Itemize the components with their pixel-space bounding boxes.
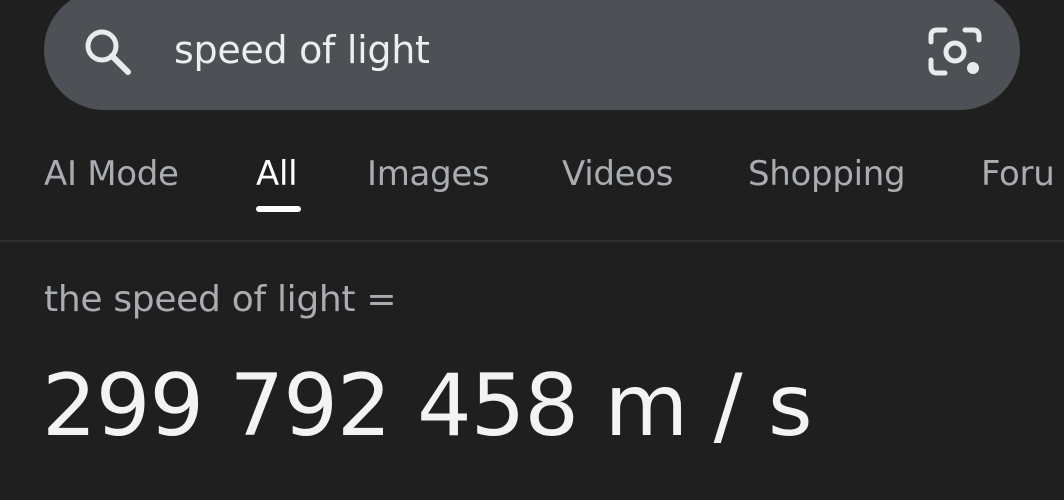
search-icon[interactable] (80, 24, 136, 80)
tab-shopping[interactable]: Shopping (748, 150, 906, 198)
answer-label: the speed of light = (44, 279, 397, 320)
divider (0, 240, 1064, 242)
camera-lens-icon[interactable] (926, 24, 984, 80)
tab-ai-mode[interactable]: AI Mode (44, 150, 179, 198)
search-results-page: speed of light AI Mode All Images Videos… (0, 0, 1064, 500)
tab-all[interactable]: All (256, 150, 298, 198)
search-input[interactable]: speed of light (174, 24, 430, 76)
tab-videos[interactable]: Videos (562, 150, 673, 198)
search-tabs: AI Mode All Images Videos Shopping Foru (0, 140, 1064, 220)
answer-value: 299 792 458 m / s (42, 356, 813, 456)
active-tab-indicator (256, 206, 301, 212)
tab-forums[interactable]: Foru (981, 150, 1055, 198)
tab-images[interactable]: Images (367, 150, 490, 198)
